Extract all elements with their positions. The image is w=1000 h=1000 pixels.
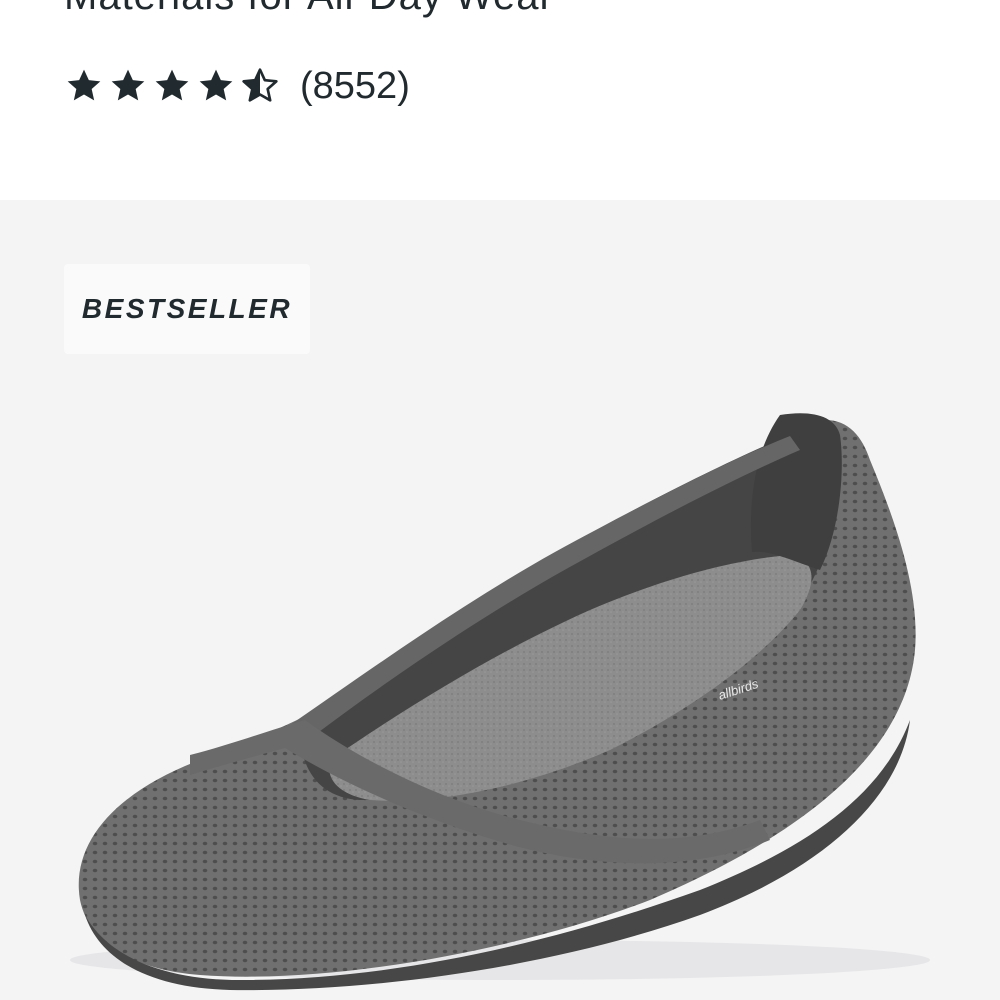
star-full-icon bbox=[152, 66, 192, 106]
badge-label: BESTSELLER bbox=[81, 293, 293, 324]
rating-summary[interactable]: (8552) bbox=[64, 62, 410, 110]
product-image-card[interactable]: allbirds BESTSELLER bbox=[0, 200, 1000, 1000]
product-header: Materials for All-Day Wear (8552) bbox=[0, 0, 1000, 200]
star-full-icon bbox=[108, 66, 148, 106]
bestseller-badge: BESTSELLER bbox=[64, 264, 310, 354]
star-full-icon bbox=[64, 66, 104, 106]
star-full-icon bbox=[196, 66, 236, 106]
rating-stars bbox=[64, 66, 280, 106]
star-half-icon bbox=[240, 66, 280, 106]
review-count[interactable]: (8552) bbox=[300, 65, 410, 108]
product-subtitle: Materials for All-Day Wear bbox=[64, 0, 554, 19]
